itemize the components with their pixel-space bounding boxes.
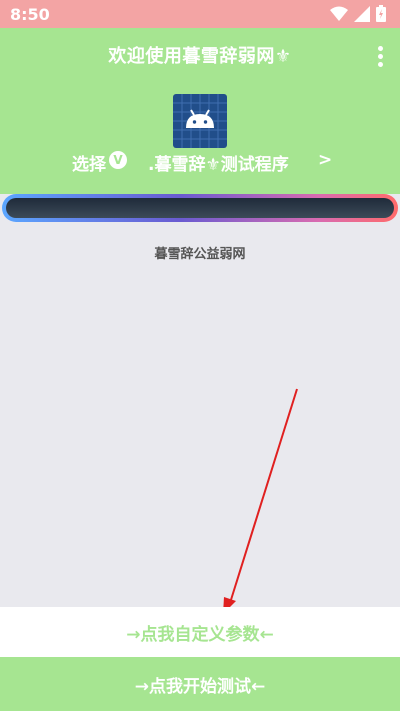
custom-params-button[interactable]: →点我自定义参数← (0, 607, 400, 657)
annotation-arrow (223, 388, 298, 614)
start-test-button[interactable]: →点我开始测试← (0, 657, 400, 711)
